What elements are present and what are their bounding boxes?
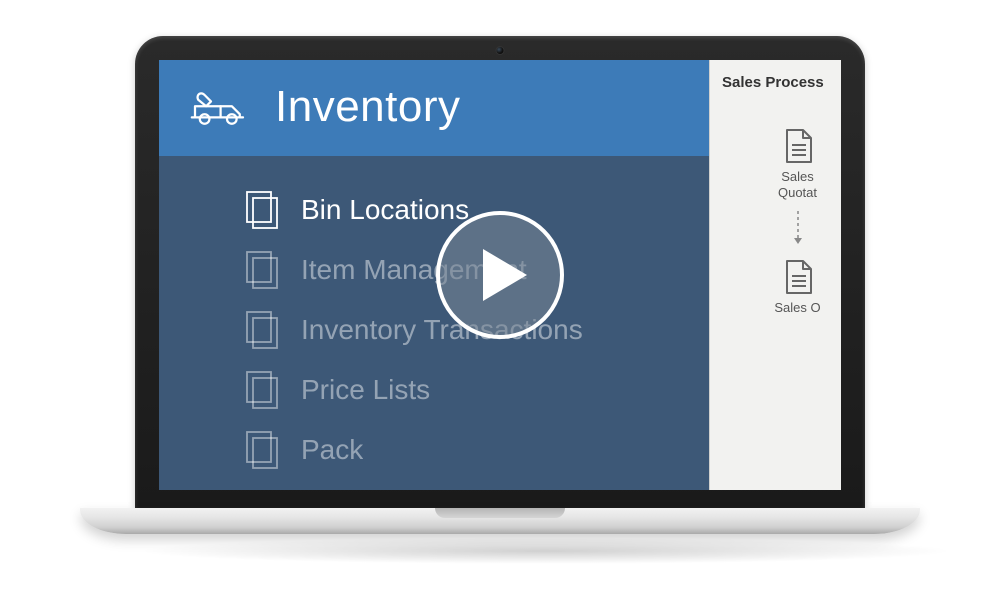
- main-panel: Inventory Bin Locations: [159, 60, 709, 490]
- menu-label: Pack: [301, 434, 363, 466]
- menu-item-item-management[interactable]: Item Management: [159, 240, 709, 300]
- header: Inventory: [159, 60, 709, 156]
- process-step-sales-quotation[interactable]: Sales Quotat: [710, 127, 841, 200]
- laptop-frame: Inventory Bin Locations: [135, 36, 865, 508]
- laptop-base: [80, 508, 920, 534]
- menu-item-bin-locations[interactable]: Bin Locations: [159, 180, 709, 240]
- page-title: Inventory: [275, 82, 460, 132]
- process-label: Sales Quotat: [778, 169, 817, 200]
- menu-list: Bin Locations Item Management: [159, 156, 709, 490]
- menu-label: Price Lists: [301, 374, 430, 406]
- laptop-shadow: [135, 538, 955, 564]
- folder-icon: [245, 250, 279, 290]
- menu-item-price-lists[interactable]: Price Lists: [159, 360, 709, 420]
- laptop-mockup: Inventory Bin Locations: [135, 36, 865, 564]
- folder-icon: [245, 430, 279, 470]
- menu-item-pack[interactable]: Pack: [159, 420, 709, 480]
- arrow-down-icon: [749, 210, 803, 246]
- process-step-sales-order[interactable]: Sales O: [710, 258, 841, 316]
- document-icon: [781, 127, 815, 165]
- side-panel: Sales Process Sales: [709, 60, 841, 490]
- screen: Inventory Bin Locations: [159, 60, 841, 490]
- folder-icon: [245, 190, 279, 230]
- folder-icon: [245, 310, 279, 350]
- process-label: Sales O: [774, 300, 820, 316]
- truck-wrench-icon: [187, 87, 251, 127]
- camera-icon: [497, 47, 504, 54]
- menu-item-inventory-transactions[interactable]: Inventory Transactions: [159, 300, 709, 360]
- play-button[interactable]: [436, 211, 564, 339]
- play-icon: [481, 247, 529, 303]
- menu-label: Bin Locations: [301, 194, 469, 226]
- folder-icon: [245, 370, 279, 410]
- document-icon: [781, 258, 815, 296]
- side-panel-title: Sales Process: [710, 74, 824, 91]
